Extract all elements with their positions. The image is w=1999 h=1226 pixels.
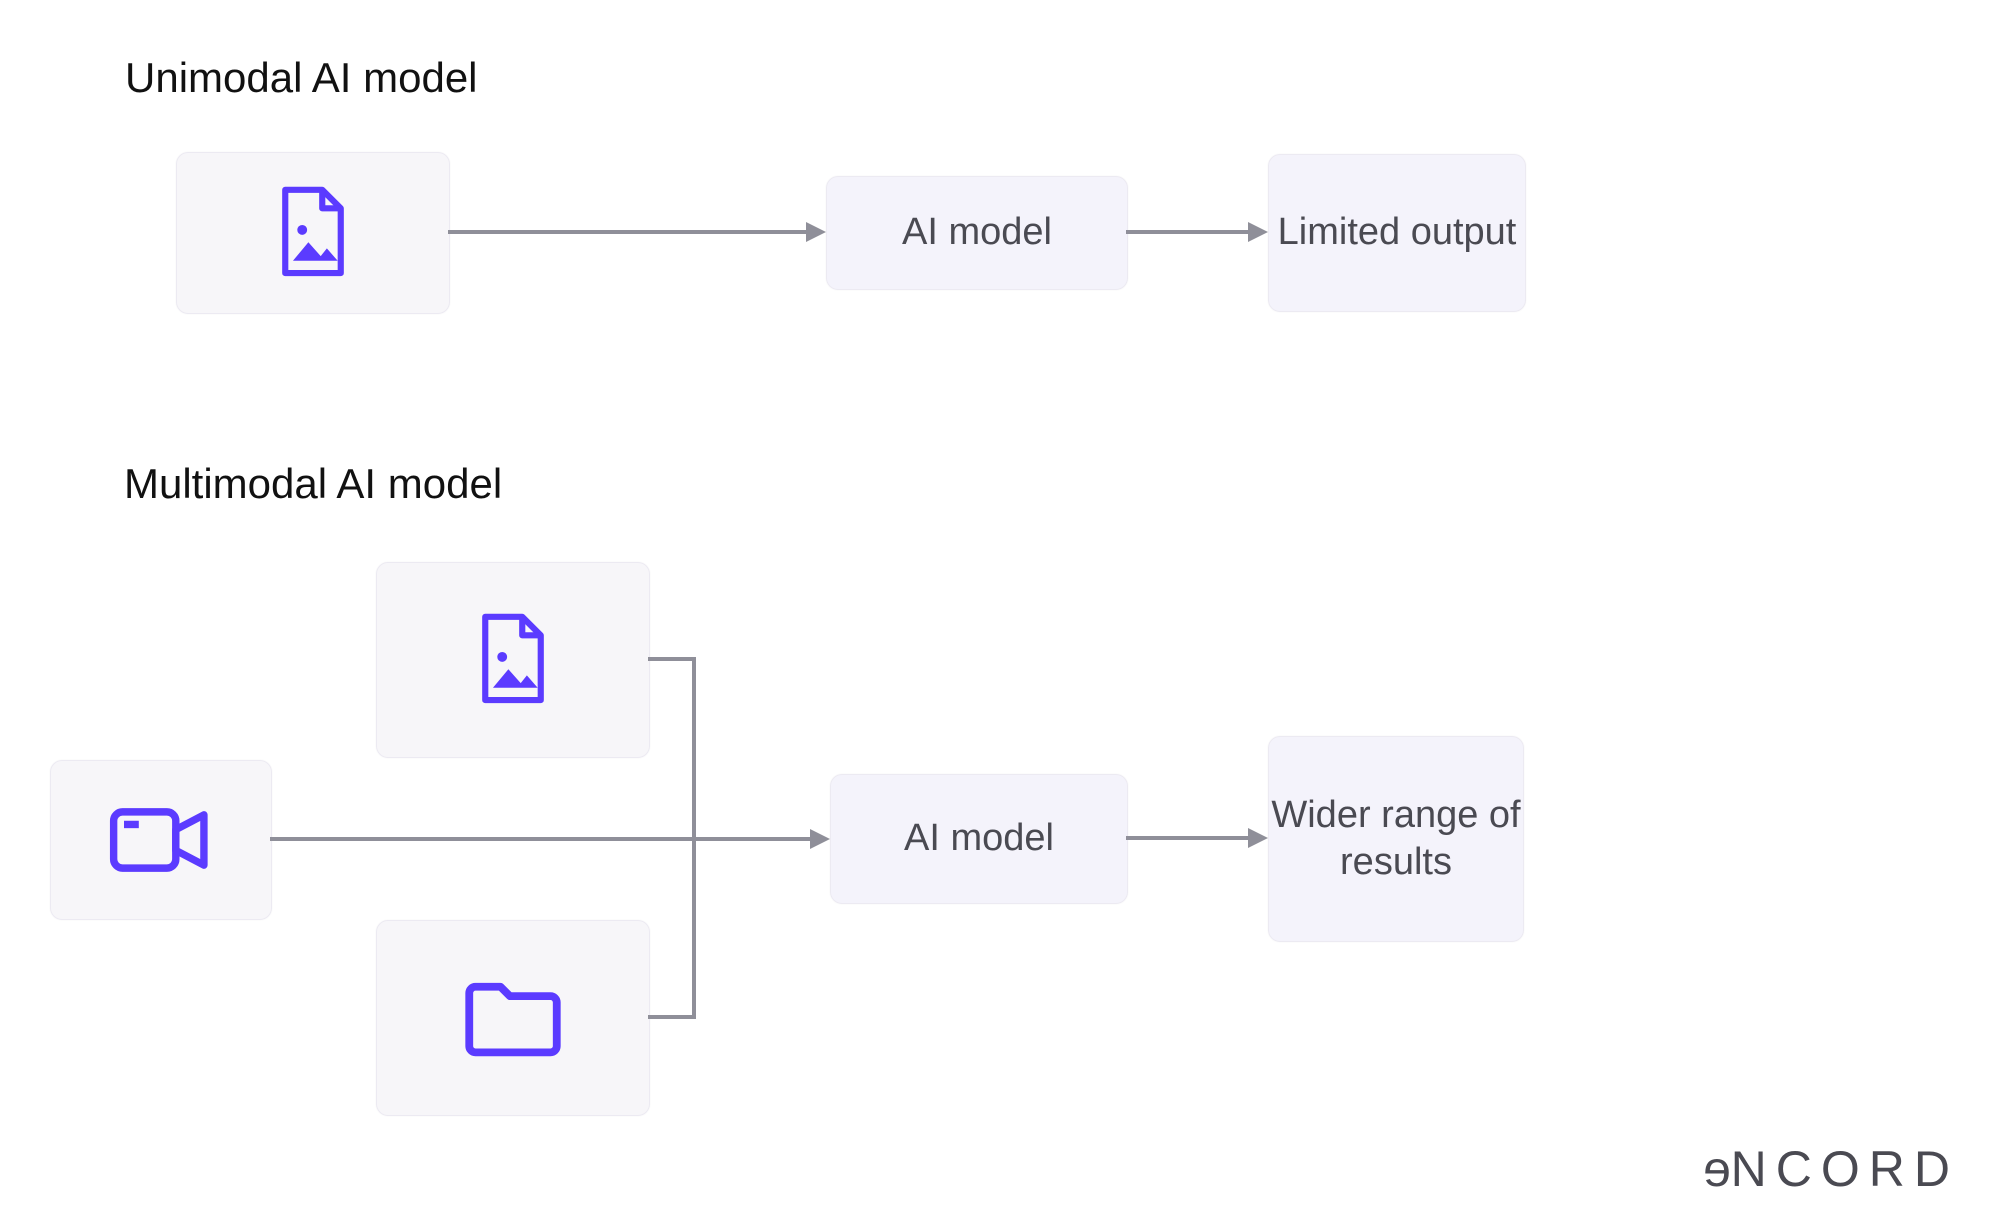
unimodal-model-card: AI model — [826, 176, 1128, 290]
video-camera-icon — [109, 803, 213, 877]
arrow-unimodal-input-to-model — [448, 212, 826, 252]
unimodal-output-label: Limited output — [1278, 209, 1517, 257]
unimodal-output-card: Limited output — [1268, 154, 1526, 312]
multimodal-model-card: AI model — [830, 774, 1128, 904]
unimodal-model-label: AI model — [902, 209, 1052, 257]
multimodal-video-card — [50, 760, 272, 920]
arrow-multimodal-model-to-output — [1126, 818, 1268, 858]
heading-unimodal: Unimodal AI model — [125, 54, 478, 102]
unimodal-input-card — [176, 152, 450, 314]
multimodal-output-card: Wider range of results — [1268, 736, 1524, 942]
arrow-unimodal-model-to-output — [1126, 212, 1268, 252]
multimodal-merge-connectors — [270, 640, 830, 1040]
image-file-icon — [276, 186, 350, 280]
multimodal-model-label: AI model — [904, 815, 1054, 863]
brand-logo: eENCORDNCORD — [1694, 1140, 1959, 1198]
multimodal-output-label: Wider range of results — [1269, 792, 1523, 887]
heading-multimodal: Multimodal AI model — [124, 460, 502, 508]
